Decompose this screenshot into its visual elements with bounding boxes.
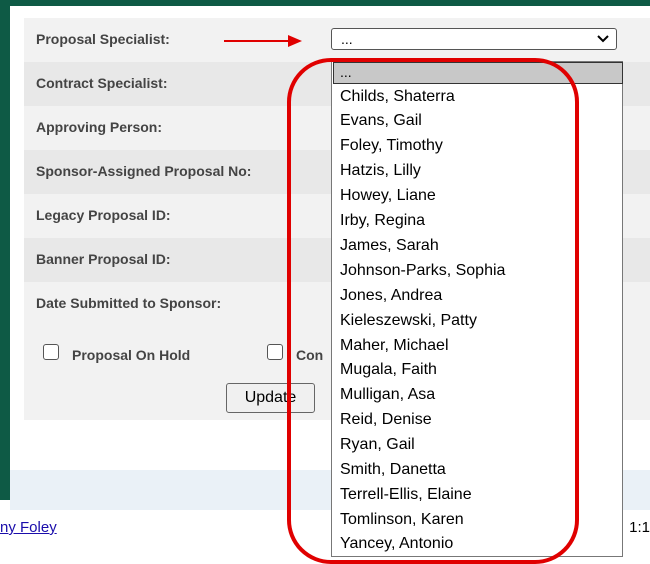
legacy-id-label: Legacy Proposal ID: xyxy=(36,207,171,223)
proposal-specialist-label: Proposal Specialist: xyxy=(36,31,170,47)
approving-person-label: Approving Person: xyxy=(36,119,163,135)
pointer-arrow xyxy=(224,35,302,47)
select-value: ... xyxy=(341,31,353,47)
chevron-down-icon xyxy=(597,35,609,43)
page-frame: Proposal Specialist: Contract Specialist… xyxy=(0,0,650,564)
second-checkbox[interactable] xyxy=(267,344,283,360)
footer-time: 1:1 xyxy=(629,519,650,536)
footer-user-link[interactable]: ny Foley xyxy=(0,519,57,536)
proposal-on-hold-checkbox[interactable] xyxy=(43,344,59,360)
proposal-specialist-select[interactable]: ... xyxy=(331,28,617,50)
left-border xyxy=(0,0,10,500)
sponsor-assigned-label: Sponsor-Assigned Proposal No: xyxy=(36,163,252,179)
banner-id-label: Banner Proposal ID: xyxy=(36,251,171,267)
top-border xyxy=(0,0,650,6)
date-submitted-label: Date Submitted to Sponsor: xyxy=(36,295,222,311)
proposal-on-hold-label: Proposal On Hold xyxy=(72,347,191,363)
annotation-highlight xyxy=(287,58,579,564)
contract-specialist-label: Contract Specialist: xyxy=(36,75,168,91)
